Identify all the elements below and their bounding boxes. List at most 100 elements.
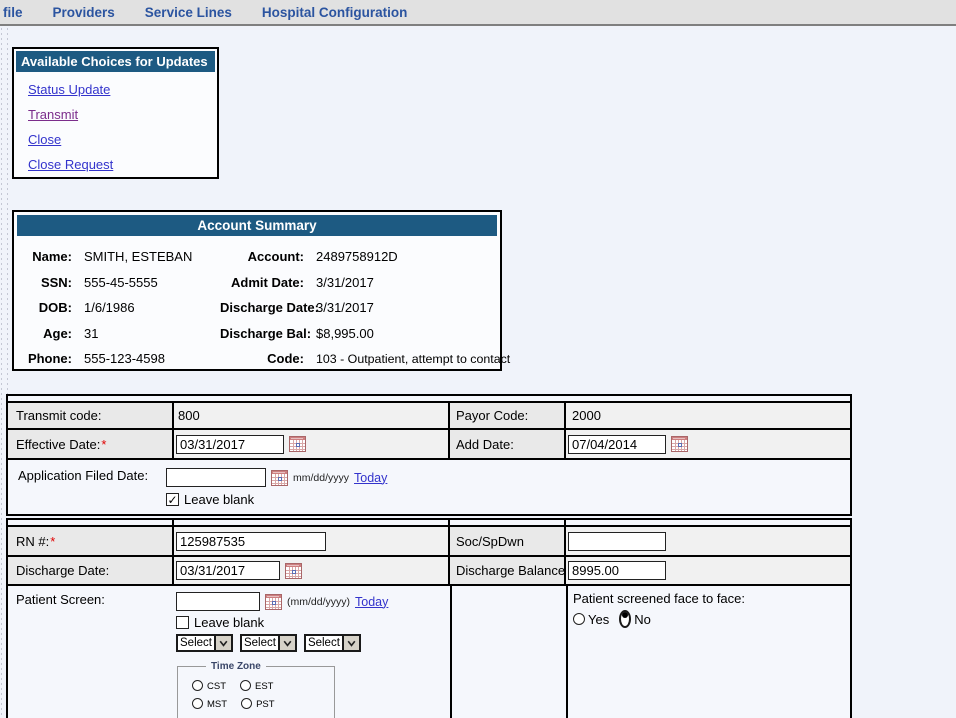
add-date-input[interactable] [568,435,666,454]
account-summary-title: Account Summary [17,215,497,236]
link-close-request[interactable]: Close Request [28,157,217,172]
admit-date-label: Admit Date: [220,275,304,290]
table-spacer-row [8,520,172,525]
account-summary-panel: Account Summary Name: SMITH, ESTEBAN Acc… [12,210,502,371]
nav-item-file[interactable]: file [3,5,23,20]
effective-date-input[interactable] [176,435,284,454]
timezone-label-pst: PST [256,699,274,710]
soc-spdwn-input[interactable] [568,532,666,551]
add-date-label: Add Date: [456,437,514,452]
today-link[interactable]: Today [355,595,388,609]
discharge-balance-input[interactable] [568,561,666,580]
rn-number-input[interactable] [176,532,326,551]
timezone-label-mst: MST [207,699,227,710]
time-zone-fieldset: Time Zone CST EST MST PST [177,661,335,718]
required-marker: * [101,437,106,452]
time-zone-legend: Time Zone [206,661,266,672]
ssn-value: 555-45-5555 [84,275,208,290]
patient-screen-select-3[interactable]: Select [304,634,361,652]
required-marker: * [50,534,55,549]
chevron-down-icon [278,636,295,650]
name-label: Name: [26,249,72,264]
timezone-radio-cst[interactable] [192,680,203,691]
face-to-face-radio-no[interactable] [619,610,631,628]
page: file Providers Service Lines Hospital Co… [0,0,956,718]
phone-value: 555-123-4598 [84,351,208,366]
calendar-icon[interactable] [271,470,288,486]
transmit-code-value: 800 [178,408,200,423]
ssn-label: SSN: [26,275,72,290]
face-to-face-no-label: No [634,612,651,627]
account-summary-row: SSN: 555-45-5555 Admit Date: 3/31/2017 [26,270,500,296]
account-value: 2489758912D [316,249,500,264]
discharge-date-input[interactable] [176,561,280,580]
account-summary-grid: Name: SMITH, ESTEBAN Account: 2489758912… [14,244,500,372]
face-to-face-radio-yes[interactable] [573,613,585,625]
age-label: Age: [26,326,72,341]
table-spacer-row [172,520,448,525]
timezone-radio-pst[interactable] [241,698,252,709]
empty-cell [450,586,566,718]
link-status-update[interactable]: Status Update [28,82,217,97]
code-value: 103 - Outpatient, attempt to contact [316,352,510,366]
rn-number-label: RN #: [16,534,49,549]
payor-code-label: Payor Code: [456,408,528,423]
discharge-bal-label: Discharge Bal: [220,326,304,341]
discharge-date-value: 3/31/2017 [316,300,500,315]
table-spacer-row [564,520,850,525]
face-to-face-yes-label: Yes [588,612,609,627]
code-label: Code: [220,351,304,366]
timezone-radio-mst[interactable] [192,698,203,709]
calendar-icon[interactable] [671,436,688,452]
patient-screen-date-input[interactable] [176,592,260,611]
discharge-balance-label: Discharge Balance: [456,563,569,578]
effective-date-label: Effective Date: [16,437,100,452]
patient-screen-select-1[interactable]: Select [176,634,233,652]
transmit-form-table: Transmit code: 800 Payor Code: 2000 Effe… [6,394,852,516]
timezone-label-est: EST [255,681,273,692]
soc-spdwn-label: Soc/SpDwn [456,534,524,549]
nav-item-service-lines[interactable]: Service Lines [145,5,232,20]
leave-blank-checkbox[interactable] [176,616,189,629]
nav-item-hospital-configuration[interactable]: Hospital Configuration [262,5,408,20]
dob-value: 1/6/1986 [84,300,208,315]
left-edge-decoration [1,28,2,718]
leave-blank-checkbox[interactable] [166,493,179,506]
date-format-hint: mm/dd/yyyy [293,472,349,484]
admit-date-value: 3/31/2017 [316,275,500,290]
available-choices-title: Available Choices for Updates [16,51,215,72]
calendar-icon[interactable] [285,563,302,579]
link-close[interactable]: Close [28,132,217,147]
chevron-down-icon [342,636,359,650]
link-transmit[interactable]: Transmit [28,107,217,122]
application-filed-date-input[interactable] [166,468,266,487]
discharge-date-field-label: Discharge Date: [16,563,109,578]
payor-code-value: 2000 [572,408,601,423]
face-to-face-label: Patient screened face to face: [573,591,850,606]
chevron-down-icon [214,636,231,650]
account-summary-row: Name: SMITH, ESTEBAN Account: 2489758912… [26,244,500,270]
phone-label: Phone: [26,351,72,366]
patient-screen-select-2[interactable]: Select [240,634,297,652]
top-navigation: file Providers Service Lines Hospital Co… [0,0,956,26]
table-spacer-row [448,520,564,525]
timezone-label-cst: CST [207,681,226,692]
calendar-icon[interactable] [289,436,306,452]
discharge-date-label: Discharge Date: [220,300,304,315]
account-label: Account: [220,249,304,264]
dob-label: DOB: [26,300,72,315]
timezone-radio-est[interactable] [240,680,251,691]
discharge-bal-value: $8,995.00 [316,326,500,341]
today-link[interactable]: Today [354,471,387,485]
discharge-form-table: RN #:* Soc/SpDwn Discharge Date: Dischar… [6,518,852,718]
calendar-icon[interactable] [265,594,282,610]
application-filed-date-label: Application Filed Date: [18,468,166,483]
name-value: SMITH, ESTEBAN [84,249,208,264]
available-choices-panel: Available Choices for Updates Status Upd… [12,47,219,179]
patient-screen-label: Patient Screen: [16,592,176,607]
age-value: 31 [84,326,208,341]
date-format-hint: (mm/dd/yyyy) [287,596,350,608]
nav-item-providers[interactable]: Providers [53,5,115,20]
leave-blank-label: Leave blank [184,492,254,507]
leave-blank-label: Leave blank [194,615,264,630]
